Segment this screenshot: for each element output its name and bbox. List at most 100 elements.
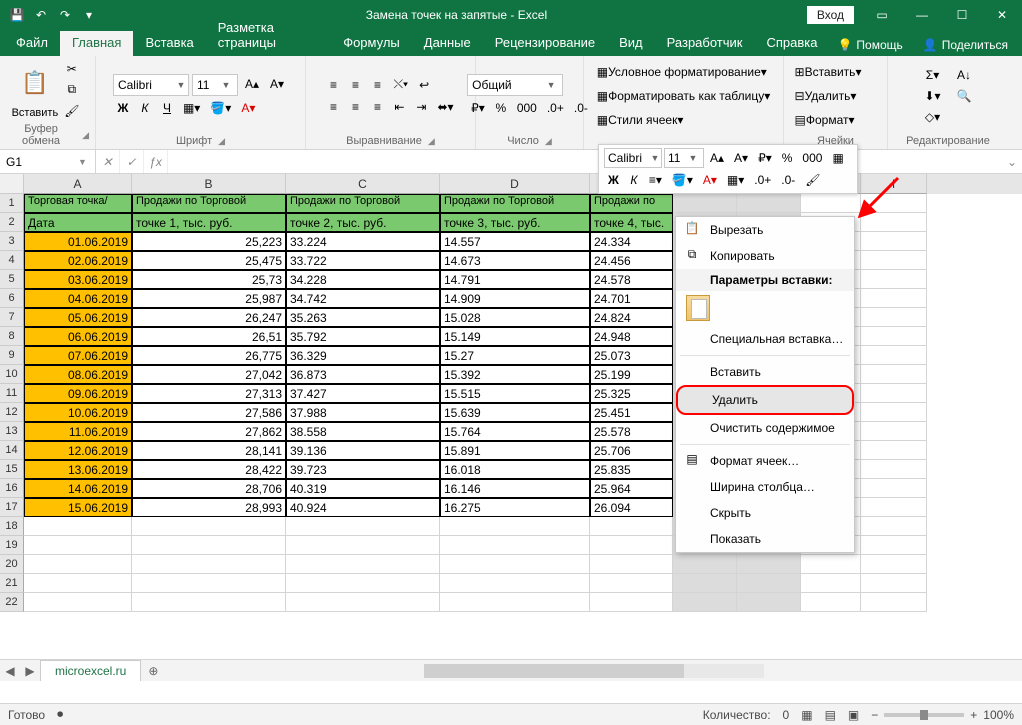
chevron-down-icon[interactable]: ▼ (219, 80, 233, 90)
cell[interactable] (861, 365, 927, 384)
font-name-combo[interactable]: ▼ (113, 74, 189, 96)
value-cell[interactable]: 36.329 (286, 346, 440, 365)
row-header[interactable]: 5 (0, 270, 24, 289)
next-sheet-icon[interactable]: ▶ (20, 664, 40, 678)
cell[interactable] (590, 555, 673, 574)
percent-icon[interactable]: % (491, 98, 511, 118)
cell[interactable] (737, 555, 801, 574)
value-cell[interactable]: 25.964 (590, 479, 673, 498)
fill-color-icon[interactable]: 🪣▾ (668, 170, 697, 190)
currency-icon[interactable]: ₽▾ (754, 148, 776, 168)
number-format-combo[interactable]: ▼ (467, 74, 563, 96)
value-cell[interactable]: 25,475 (132, 251, 286, 270)
cell[interactable] (801, 555, 861, 574)
minimize-icon[interactable]: — (902, 0, 942, 30)
cell[interactable] (590, 574, 673, 593)
chevron-down-icon[interactable]: ▼ (174, 80, 188, 90)
tab-pagelayout[interactable]: Разметка страницы (206, 16, 331, 56)
cell[interactable] (24, 517, 132, 536)
number-dialog-launcher-icon[interactable]: ◢ (545, 136, 552, 147)
cell[interactable] (861, 574, 927, 593)
cell[interactable] (861, 289, 927, 308)
indent-decrease-icon[interactable]: ⇤ (389, 97, 409, 117)
formula-bar[interactable] (168, 150, 1002, 173)
cell-styles-button[interactable]: ▦ Стили ячеек ▾ (593, 110, 773, 130)
ctx-paste-default[interactable] (676, 291, 854, 326)
value-cell[interactable]: 36.873 (286, 365, 440, 384)
header-cell[interactable]: Продажи по Торговой (440, 194, 590, 213)
maximize-icon[interactable]: ☐ (942, 0, 982, 30)
align-top-icon[interactable]: ≡ (323, 75, 343, 95)
cell[interactable] (286, 574, 440, 593)
value-cell[interactable]: 28,141 (132, 441, 286, 460)
tab-file[interactable]: Файл (4, 31, 60, 56)
fill-color-icon[interactable]: 🪣▾ (206, 98, 235, 118)
value-cell[interactable]: 16.275 (440, 498, 590, 517)
row-header[interactable]: 11 (0, 384, 24, 403)
paste-button[interactable]: 📋 (17, 61, 53, 105)
align-middle-icon[interactable]: ≡ (345, 75, 365, 95)
value-cell[interactable]: 24.824 (590, 308, 673, 327)
format-painter-icon[interactable]: 🖌 (60, 101, 83, 121)
sheet-tab[interactable]: microexcel.ru (40, 660, 141, 681)
date-cell[interactable]: 09.06.2019 (24, 384, 132, 403)
ribbon-options-icon[interactable]: ▭ (862, 0, 902, 30)
value-cell[interactable]: 40.924 (286, 498, 440, 517)
date-cell[interactable]: 02.06.2019 (24, 251, 132, 270)
zoom-out-icon[interactable]: − (871, 708, 878, 722)
grid-body[interactable]: 1Торговая точка/Продажи по ТорговойПрода… (0, 194, 1022, 659)
mini-font-input[interactable] (605, 151, 649, 165)
column-header-D[interactable]: D (440, 174, 590, 194)
cell[interactable] (861, 498, 927, 517)
mini-size-combo[interactable]: ▼ (664, 148, 704, 168)
align-bottom-icon[interactable]: ≡ (367, 75, 387, 95)
italic-button[interactable]: К (625, 170, 643, 190)
align-center-icon[interactable]: ≡ (345, 97, 365, 117)
value-cell[interactable]: 14.557 (440, 232, 590, 251)
value-cell[interactable]: 24.948 (590, 327, 673, 346)
clipboard-dialog-launcher-icon[interactable]: ◢ (82, 130, 89, 141)
value-cell[interactable]: 38.558 (286, 422, 440, 441)
merge-center-icon[interactable]: ⬌▾ (433, 97, 457, 117)
date-cell[interactable]: 08.06.2019 (24, 365, 132, 384)
value-cell[interactable]: 40.319 (286, 479, 440, 498)
header-cell[interactable]: Дата (24, 213, 132, 232)
view-pagebreak-icon[interactable]: ▣ (848, 708, 859, 722)
cancel-formula-icon[interactable]: ✕ (96, 150, 120, 173)
row-header[interactable]: 20 (0, 555, 24, 574)
value-cell[interactable]: 28,706 (132, 479, 286, 498)
ctx-paste-special[interactable]: Специальная вставка… (676, 326, 854, 352)
ctx-delete[interactable]: Удалить (676, 385, 854, 415)
decrease-font-icon[interactable]: A▾ (266, 74, 288, 94)
cell[interactable] (737, 574, 801, 593)
cell[interactable] (801, 194, 861, 213)
value-cell[interactable]: 25.835 (590, 460, 673, 479)
align-icon[interactable]: ≡▾ (645, 170, 666, 190)
row-header[interactable]: 2 (0, 213, 24, 232)
value-cell[interactable]: 34.742 (286, 289, 440, 308)
font-name-input[interactable] (114, 78, 174, 92)
cell[interactable] (861, 194, 927, 213)
value-cell[interactable]: 39.136 (286, 441, 440, 460)
macro-record-icon[interactable]: ⏺ (57, 707, 63, 722)
cell[interactable] (801, 593, 861, 612)
fill-icon[interactable]: ⬇▾ (920, 86, 944, 106)
cell[interactable] (440, 574, 590, 593)
value-cell[interactable]: 16.146 (440, 479, 590, 498)
row-header[interactable]: 14 (0, 441, 24, 460)
value-cell[interactable]: 28,993 (132, 498, 286, 517)
ctx-hide[interactable]: Скрыть (676, 500, 854, 526)
borders-icon[interactable]: ▦▾ (179, 98, 204, 118)
value-cell[interactable]: 25,987 (132, 289, 286, 308)
increase-font-icon[interactable]: A▴ (706, 148, 728, 168)
redo-icon[interactable]: ↷ (54, 4, 76, 26)
save-icon[interactable]: 💾 (6, 4, 28, 26)
date-cell[interactable]: 07.06.2019 (24, 346, 132, 365)
bold-button[interactable]: Ж (113, 98, 133, 118)
currency-icon[interactable]: ₽▾ (467, 98, 489, 118)
find-select-icon[interactable]: 🔍 (953, 86, 976, 106)
column-header-B[interactable]: B (132, 174, 286, 194)
font-dialog-launcher-icon[interactable]: ◢ (218, 136, 225, 147)
view-pagelayout-icon[interactable]: ▤ (825, 708, 836, 722)
value-cell[interactable]: 25.199 (590, 365, 673, 384)
